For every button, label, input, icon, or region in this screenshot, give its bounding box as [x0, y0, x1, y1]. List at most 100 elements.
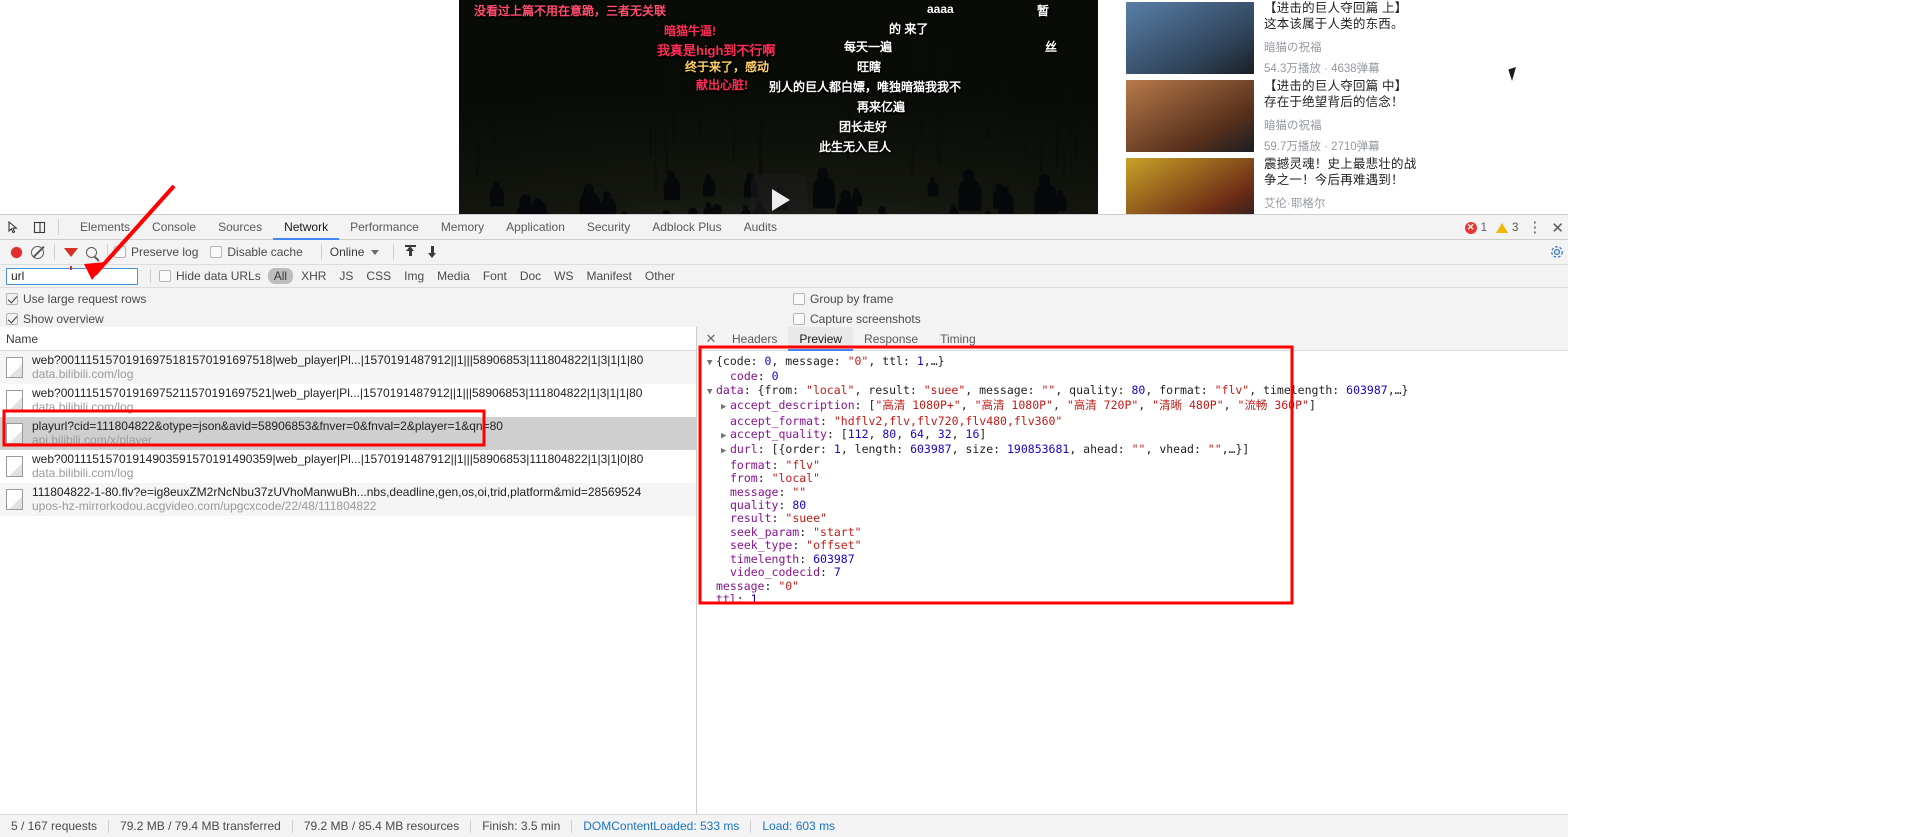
- json-line[interactable]: message: "": [703, 485, 1568, 499]
- request-domain: data.bilibili.com/log: [32, 367, 134, 381]
- json-twisty-closed-icon[interactable]: [721, 445, 730, 458]
- export-har-button[interactable]: [422, 245, 444, 259]
- json-line[interactable]: from: "local": [703, 472, 1568, 485]
- more-options-icon[interactable]: ⋮: [1527, 220, 1542, 235]
- clear-button[interactable]: [26, 245, 48, 259]
- request-type-icon: [6, 390, 23, 411]
- request-name: web?00111515701916975181570191697518|web…: [32, 353, 644, 367]
- filter-chip-xhr[interactable]: XHR: [296, 268, 331, 284]
- detail-tab-timing[interactable]: Timing: [929, 327, 987, 351]
- detail-tab-response[interactable]: Response: [853, 327, 929, 351]
- recommendation-uploader[interactable]: 艾伦·耶格尔: [1264, 195, 1544, 211]
- preview-json-tree[interactable]: {code: 0, message: "0", ttl: 1,…}code: 0…: [697, 351, 1568, 814]
- devtools-tab-network[interactable]: Network: [273, 215, 340, 240]
- json-line[interactable]: code: 0: [703, 370, 1568, 383]
- recommendation-uploader[interactable]: 暗猫の祝福: [1264, 117, 1544, 133]
- request-text: web?00111515701914903591570191490359|web…: [32, 452, 643, 481]
- devtools-tab-adblock-plus[interactable]: Adblock Plus: [641, 215, 732, 240]
- filter-chip-css[interactable]: CSS: [361, 268, 396, 284]
- hide-data-urls-checkbox[interactable]: Hide data URLs: [159, 269, 268, 283]
- request-row[interactable]: web?00111515701914903591570191490359|web…: [0, 450, 696, 483]
- danmaku-comment: 此生无入巨人: [819, 140, 892, 154]
- json-line[interactable]: result: "suee": [703, 512, 1568, 525]
- json-line[interactable]: durl: [{order: 1, length: 603987, size: …: [703, 443, 1568, 458]
- json-line[interactable]: format: "flv": [703, 458, 1568, 472]
- json-line[interactable]: accept_description: ["高清 1080P+", "高清 10…: [703, 399, 1568, 414]
- capture-screenshots-checkbox[interactable]: Capture screenshots: [793, 312, 933, 326]
- request-row[interactable]: web?00111515701916975211570191697521|web…: [0, 384, 696, 417]
- filter-input[interactable]: [6, 267, 138, 285]
- json-line[interactable]: seek_param: "start": [703, 525, 1568, 539]
- json-token: "local": [806, 382, 855, 397]
- filter-chip-doc[interactable]: Doc: [515, 268, 546, 284]
- throttling-value: Online: [329, 245, 365, 259]
- json-line[interactable]: data: {from: "local", result: "suee", me…: [703, 382, 1568, 399]
- recommendation-item[interactable]: 【进击的巨人夺回篇 上】 这本该属于人类的东西。 暗猫の祝福 54.3万播放 · 46…: [1126, 0, 1546, 76]
- json-twisty-closed-icon[interactable]: [721, 430, 730, 443]
- use-large-request-rows-checkbox[interactable]: Use large request rows: [6, 292, 158, 306]
- filter-chip-other[interactable]: Other: [640, 268, 680, 284]
- error-count-badge[interactable]: ✕ 1: [1464, 221, 1487, 234]
- json-twisty-open-icon[interactable]: [707, 386, 716, 399]
- json-token: {code:: [716, 354, 765, 368]
- json-line[interactable]: ttl: 1: [703, 592, 1568, 606]
- throttling-dropdown[interactable]: Online: [328, 245, 380, 259]
- filter-toggle-button[interactable]: [61, 247, 81, 270]
- group-by-frame-checkbox[interactable]: Group by frame: [793, 292, 905, 306]
- close-devtools-icon[interactable]: ✕: [1551, 219, 1564, 237]
- json-twisty-closed-icon[interactable]: [721, 401, 730, 414]
- preserve-log-label: Preserve log: [131, 245, 199, 259]
- devtools-tab-performance[interactable]: Performance: [339, 215, 430, 240]
- json-line[interactable]: quality: 80: [703, 498, 1568, 512]
- filter-chip-manifest[interactable]: Manifest: [582, 268, 637, 284]
- scenery-figure: [812, 167, 835, 209]
- warning-count-badge[interactable]: 3: [1496, 222, 1518, 234]
- json-line[interactable]: timelength: 603987: [703, 552, 1568, 566]
- json-line[interactable]: accept_format: "hdflv2,flv,flv720,flv480…: [703, 414, 1568, 428]
- show-overview-checkbox[interactable]: Show overview: [6, 312, 116, 326]
- close-detail-icon[interactable]: ✕: [701, 331, 721, 347]
- devtools-tab-security[interactable]: Security: [576, 215, 641, 240]
- request-row[interactable]: playurl?cid=111804822&otype=json&avid=58…: [0, 417, 696, 450]
- disable-cache-checkbox[interactable]: Disable cache: [210, 245, 314, 259]
- json-line[interactable]: seek_type: "offset": [703, 539, 1568, 552]
- import-har-button[interactable]: [400, 245, 422, 259]
- toggle-device-toolbar-icon[interactable]: [26, 215, 52, 239]
- inspect-element-icon[interactable]: [0, 215, 26, 239]
- json-line[interactable]: {code: 0, message: "0", ttl: 1,…}: [703, 354, 1568, 370]
- request-row[interactable]: web?00111515701916975181570191697518|web…: [0, 351, 696, 384]
- devtools-tab-audits[interactable]: Audits: [733, 215, 788, 240]
- error-icon: ✕: [1464, 221, 1477, 234]
- recommendation-uploader[interactable]: 暗猫の祝福: [1264, 39, 1544, 55]
- json-token: ,: [896, 427, 911, 442]
- preserve-log-checkbox[interactable]: Preserve log: [114, 245, 210, 259]
- filter-chip-img[interactable]: Img: [399, 268, 429, 284]
- devtools-tab-memory[interactable]: Memory: [430, 215, 495, 240]
- filter-chip-media[interactable]: Media: [432, 268, 475, 284]
- json-token: "0": [778, 578, 800, 593]
- devtools-tab-sources[interactable]: Sources: [207, 215, 273, 240]
- recommendation-item[interactable]: 【进击的巨人夺回篇 中】 存在于绝望背后的信念！ 暗猫の祝福 59.7万播放 · 27…: [1126, 78, 1546, 154]
- json-token: :: [792, 538, 807, 553]
- json-token: seek_type: [730, 538, 793, 553]
- request-row[interactable]: 111804822-1-80.flv?e=ig8euxZM2rNcNbu37zU…: [0, 483, 696, 516]
- recommendation-subtitle: 存在于绝望背后的信念！: [1264, 95, 1404, 109]
- search-button[interactable]: [81, 246, 101, 258]
- devtools-tab-elements[interactable]: Elements: [69, 215, 141, 240]
- record-button[interactable]: [6, 246, 26, 258]
- settings-gear-icon[interactable]: [1550, 245, 1564, 260]
- json-line[interactable]: message: "0": [703, 578, 1568, 593]
- detail-tab-preview[interactable]: Preview: [788, 326, 854, 351]
- detail-tab-headers[interactable]: Headers: [721, 327, 788, 351]
- filter-chip-font[interactable]: Font: [478, 268, 512, 284]
- json-token: code: [730, 369, 758, 384]
- devtools-tab-application[interactable]: Application: [495, 215, 576, 240]
- request-name: web?00111515701914903591570191490359|web…: [32, 452, 644, 466]
- json-line[interactable]: video_codecid: 7: [703, 565, 1568, 579]
- json-line[interactable]: accept_quality: [112, 80, 64, 32, 16]: [703, 427, 1568, 443]
- filter-chip-js[interactable]: JS: [334, 268, 358, 284]
- filter-chip-ws[interactable]: WS: [549, 268, 578, 284]
- filter-chip-all[interactable]: All: [267, 268, 294, 284]
- devtools-tab-console[interactable]: Console: [141, 215, 207, 240]
- json-twisty-open-icon[interactable]: [707, 357, 716, 370]
